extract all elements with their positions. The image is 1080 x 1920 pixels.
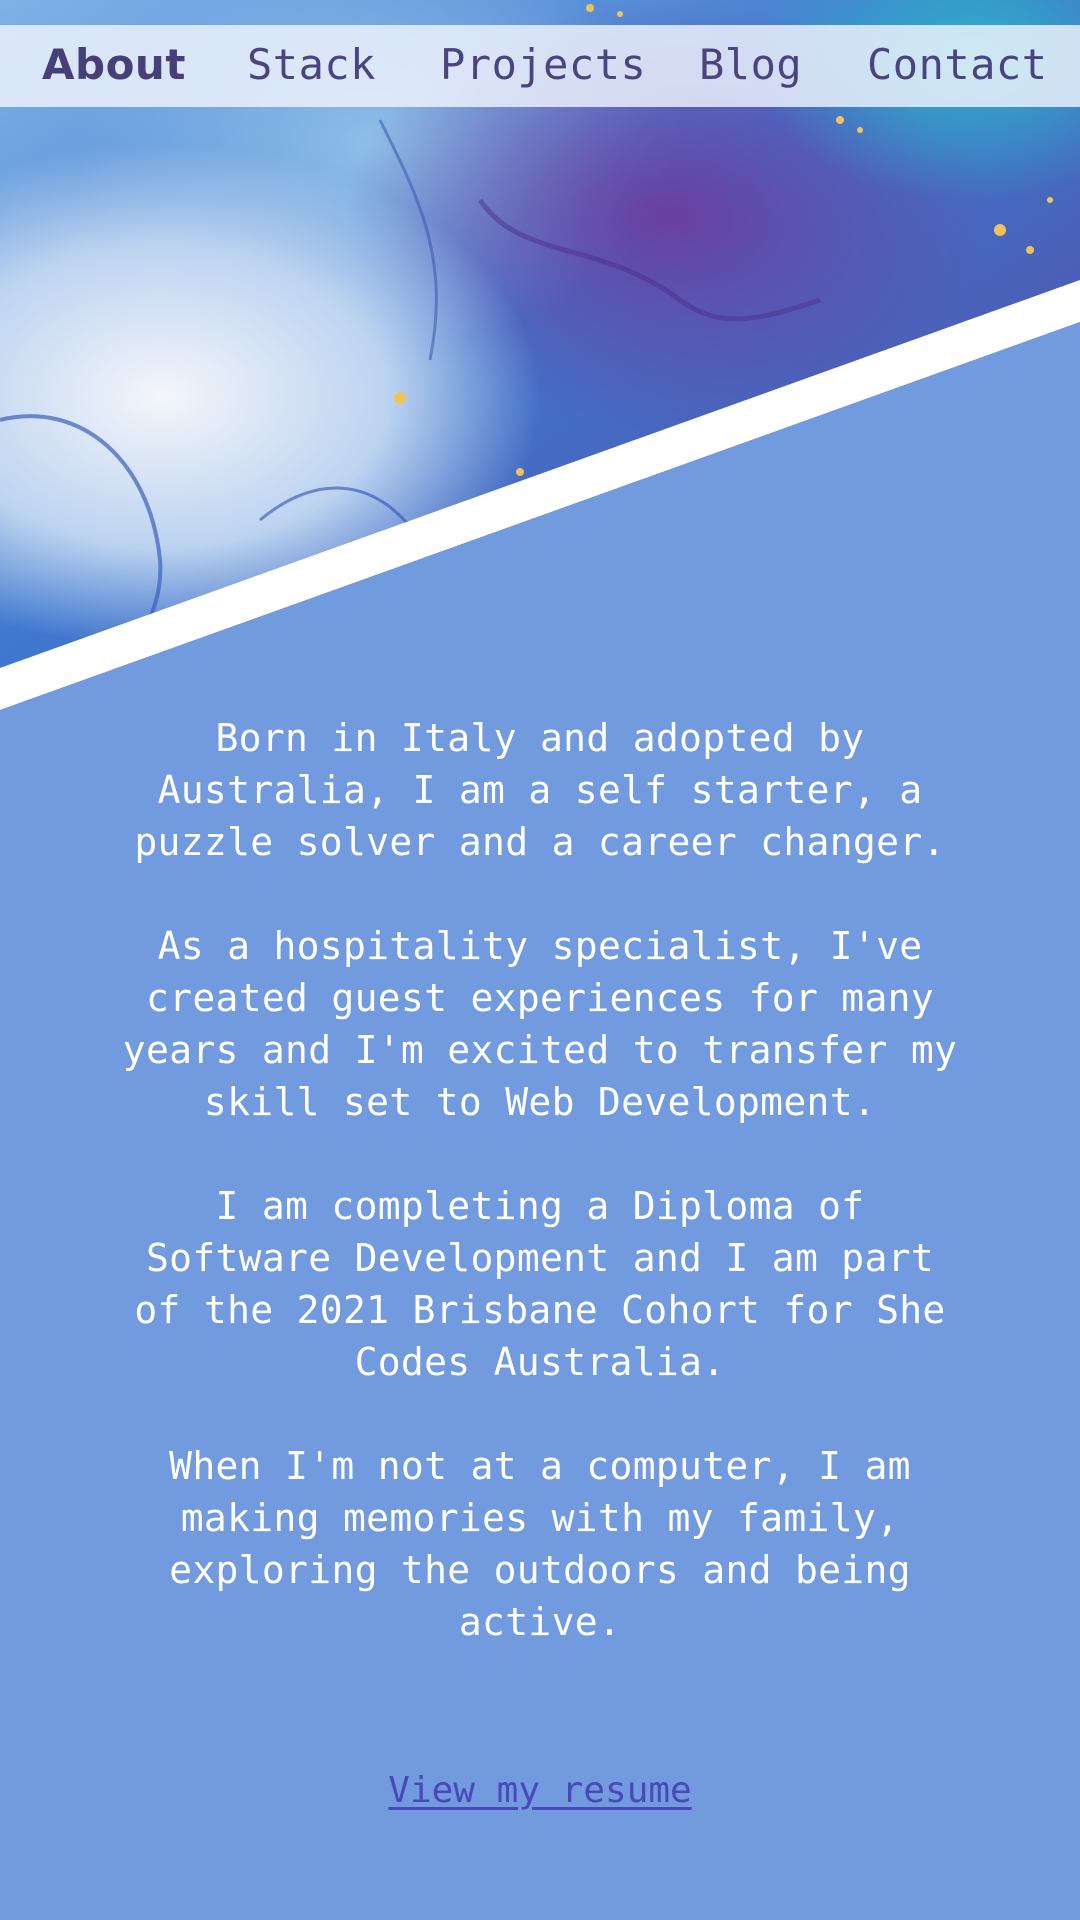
watercolor-background-image xyxy=(0,0,1080,720)
nav-projects[interactable]: Projects xyxy=(440,25,646,107)
hero-banner xyxy=(0,0,1080,720)
about-paragraph-2: As a hospitality specialist, I've create… xyxy=(122,924,958,1124)
resume-link-container: View my resume xyxy=(0,1765,1080,1817)
nav-blog[interactable]: Blog xyxy=(699,25,802,107)
about-paragraph-4: When I'm not at a computer, I am making … xyxy=(169,1444,911,1644)
top-nav: About Stack Projects Blog Contact xyxy=(0,25,1080,107)
about-paragraph-1: Born in Italy and adopted by Australia, … xyxy=(134,716,946,864)
view-resume-link[interactable]: View my resume xyxy=(388,1770,691,1811)
nav-contact[interactable]: Contact xyxy=(867,25,1048,107)
about-section: Born in Italy and adopted by Australia, … xyxy=(120,712,960,1700)
about-paragraph-3: I am completing a Diploma of Software De… xyxy=(134,1184,946,1384)
nav-about[interactable]: About xyxy=(42,25,186,107)
nav-stack[interactable]: Stack xyxy=(247,25,376,107)
